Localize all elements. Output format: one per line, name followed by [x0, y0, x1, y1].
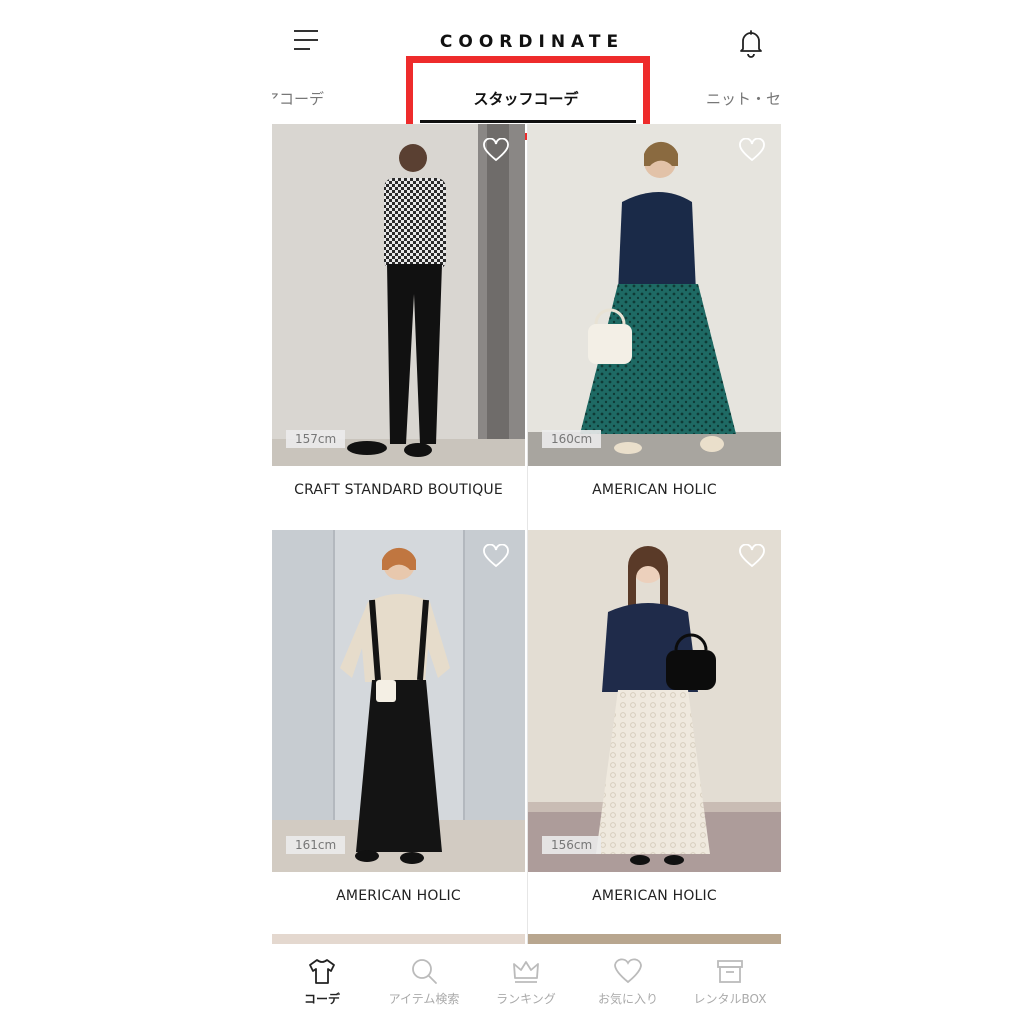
coordinate-card[interactable]: 156cm AMERICAN HOLIC — [528, 530, 781, 904]
hamburger-menu-icon[interactable] — [294, 30, 320, 52]
nav-label: コーデ — [303, 992, 340, 1006]
brand-name[interactable]: AMERICAN HOLIC — [528, 482, 781, 498]
tab-next[interactable]: ニット・セ — [706, 88, 781, 109]
tab-previous[interactable]: アコーデ — [272, 88, 324, 109]
crown-icon — [513, 961, 539, 983]
brand-name[interactable]: CRAFT STANDARD BOUTIQUE — [272, 482, 525, 498]
favorite-heart-icon[interactable] — [483, 543, 509, 568]
header: COORDINATE — [272, 0, 784, 80]
favorite-heart-icon[interactable] — [739, 543, 765, 568]
coordinate-card[interactable]: 160cm AMERICAN HOLIC — [528, 124, 781, 498]
nav-label: ランキング — [496, 992, 556, 1006]
nav-label: アイテム検索 — [388, 992, 460, 1006]
favorite-heart-icon[interactable] — [739, 137, 765, 162]
app-screen: COORDINATE アコーデ スタッフコーデ ニット・セ — [272, 0, 784, 1024]
nav-label: お気に入り — [597, 992, 658, 1006]
box-icon — [717, 960, 743, 983]
coordinate-card[interactable]: 161cm AMERICAN HOLIC — [272, 530, 525, 904]
height-badge: 156cm — [542, 836, 602, 854]
tshirt-icon — [309, 959, 335, 984]
brand-name[interactable]: AMERICAN HOLIC — [272, 888, 525, 904]
height-badge: 160cm — [542, 430, 602, 448]
coordinate-card[interactable]: 157cm CRAFT STANDARD BOUTIQUE — [272, 124, 525, 498]
search-icon — [412, 959, 437, 984]
bottom-navigation: コーデ アイテム検索 ランキング お気に入り レンタルBOX — [272, 944, 784, 1024]
next-row-preview — [528, 934, 781, 944]
active-tab-indicator — [420, 120, 636, 123]
tab-staff-coordinate[interactable]: スタッフコーデ — [420, 88, 632, 109]
bell-icon[interactable] — [737, 28, 765, 58]
heart-icon — [614, 958, 642, 984]
page-title: COORDINATE — [439, 32, 625, 52]
nav-label: レンタルBOX — [693, 992, 767, 1006]
nav-item-search[interactable]: アイテム検索 — [374, 956, 474, 1007]
favorite-heart-icon[interactable] — [483, 137, 509, 162]
coordinate-photo[interactable]: 161cm — [272, 530, 525, 872]
nav-item-favorites[interactable]: お気に入り — [578, 956, 678, 1007]
nav-item-rental-box[interactable]: レンタルBOX — [680, 956, 780, 1007]
nav-item-ranking[interactable]: ランキング — [476, 956, 576, 1007]
coordinate-photo[interactable]: 160cm — [528, 124, 781, 466]
height-badge: 157cm — [286, 430, 346, 448]
category-tabs: アコーデ スタッフコーデ ニット・セ — [272, 80, 784, 124]
coordinate-photo[interactable]: 156cm — [528, 530, 781, 872]
coordinate-photo[interactable]: 157cm — [272, 124, 525, 466]
height-badge: 161cm — [286, 836, 346, 854]
next-row-preview — [272, 934, 525, 944]
nav-coordinate[interactable]: コーデ — [272, 956, 372, 1007]
brand-name[interactable]: AMERICAN HOLIC — [528, 888, 781, 904]
